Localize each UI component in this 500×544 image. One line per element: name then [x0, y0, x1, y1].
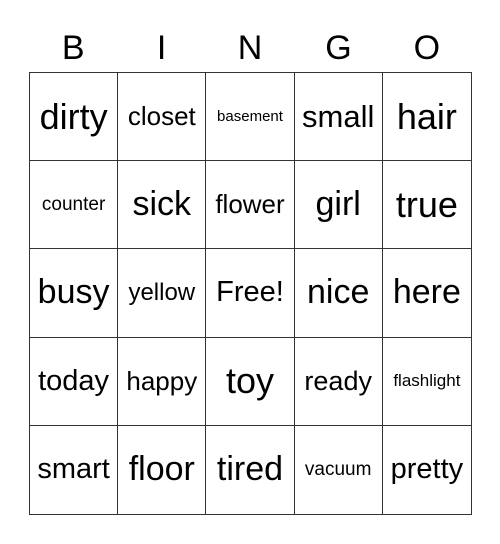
bingo-cell[interactable]: basement [206, 73, 295, 162]
bingo-cell[interactable]: pretty [383, 426, 471, 514]
bingo-grid: dirty closet basement small hair counter… [29, 72, 472, 515]
bingo-cell[interactable]: today [30, 337, 119, 426]
free-space-cell[interactable]: Free! [206, 249, 295, 338]
bingo-cell[interactable]: nice [294, 249, 383, 338]
bingo-cell[interactable]: ready [294, 337, 383, 426]
header-letter-n: N [237, 29, 263, 67]
bingo-cell[interactable]: happy [118, 337, 207, 426]
bingo-cell[interactable]: true [382, 161, 471, 250]
bingo-header: B I N G O [29, 28, 471, 72]
header-letter-g: G [325, 29, 352, 67]
bingo-cell[interactable]: smart [30, 425, 119, 514]
bingo-cell[interactable]: closet [118, 73, 207, 162]
bingo-cell[interactable]: busy [30, 249, 119, 338]
bingo-cell[interactable]: yellow [118, 249, 207, 338]
bingo-cell[interactable]: girl [294, 161, 383, 250]
bingo-cell[interactable]: flower [206, 161, 295, 250]
bingo-cell[interactable]: hair [382, 73, 471, 162]
bingo-cell[interactable]: tired [206, 425, 295, 514]
bingo-cell[interactable]: counter [30, 161, 119, 250]
bingo-cell[interactable]: dirty [30, 73, 119, 162]
bingo-cell[interactable]: toy [206, 337, 295, 426]
bingo-cell[interactable]: here [382, 249, 471, 338]
bingo-cell[interactable]: vacuum [295, 425, 383, 514]
bingo-cell[interactable]: small [294, 73, 383, 162]
header-letter-b: B [61, 29, 85, 67]
bingo-cell[interactable]: flashlight [382, 338, 471, 426]
header-letter-i: I [156, 29, 167, 67]
bingo-cell[interactable]: floor [118, 425, 207, 514]
header-letter-o: O [413, 29, 441, 67]
bingo-cell[interactable]: sick [118, 161, 207, 250]
